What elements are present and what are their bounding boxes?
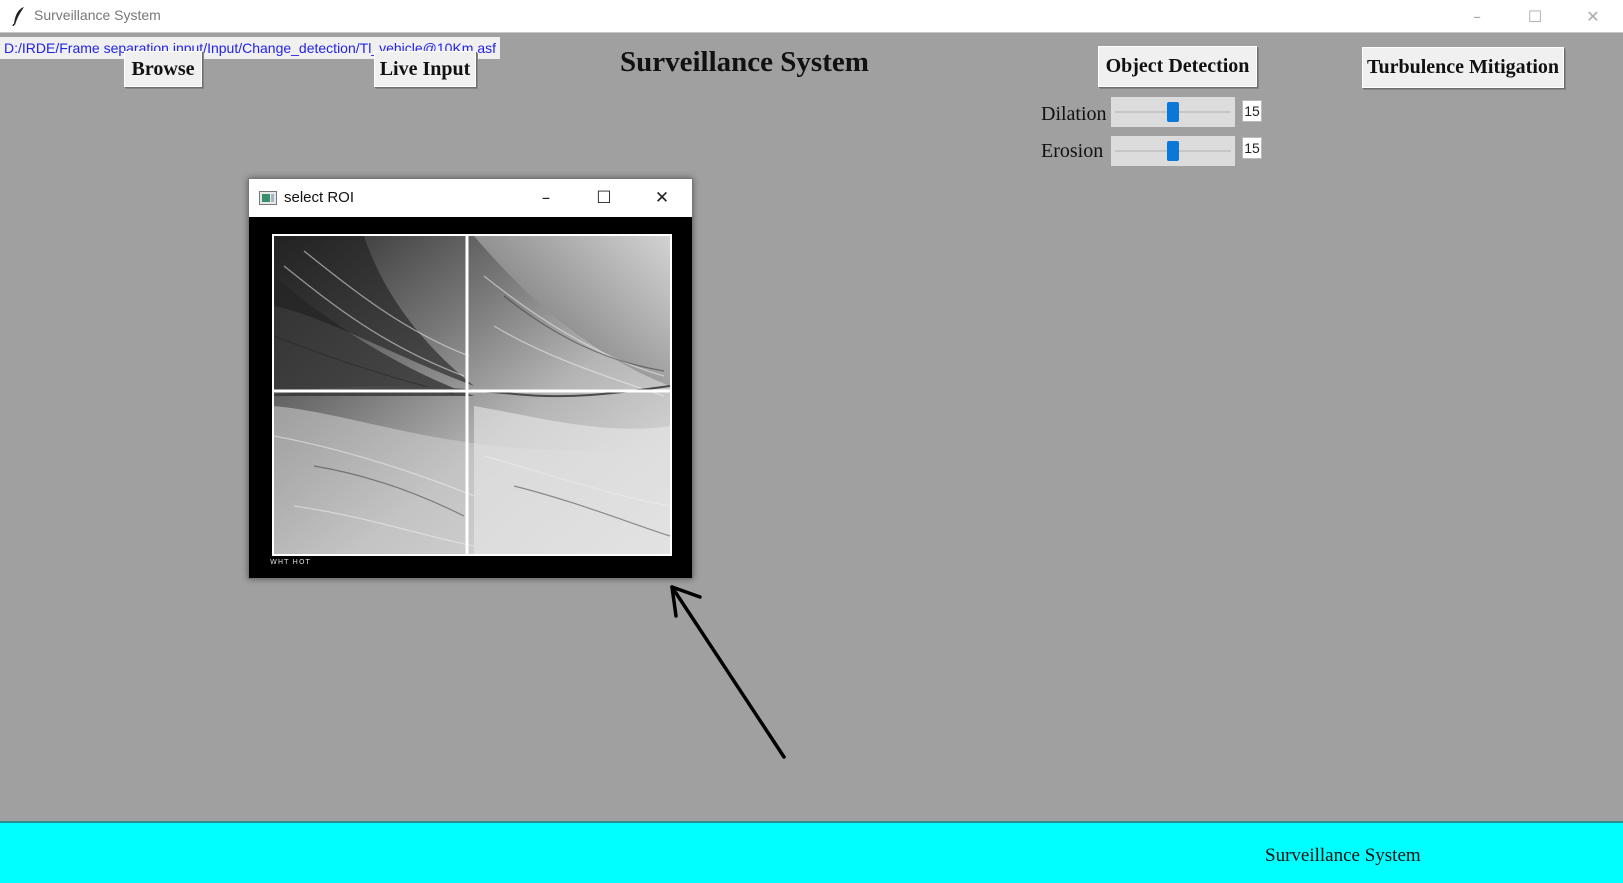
roi-maximize-button[interactable]: ☐ (575, 179, 633, 217)
slider-thumb[interactable] (1167, 141, 1179, 161)
title-bar: Surveillance System – ☐ ✕ (0, 0, 1623, 33)
minimize-button[interactable]: – (1448, 0, 1506, 33)
erosion-slider[interactable] (1111, 136, 1235, 166)
live-input-button[interactable]: Live Input (374, 51, 476, 87)
feather-icon (12, 7, 24, 26)
roi-minimize-button[interactable]: – (517, 179, 575, 217)
image-window-icon (259, 191, 277, 205)
erosion-label: Erosion (1041, 140, 1104, 162)
turbulence-mitigation-button[interactable]: Turbulence Mitigation (1362, 47, 1564, 88)
status-text: Surveillance System (1265, 845, 1421, 866)
roi-title-bar[interactable]: select ROI – ☐ ✕ (249, 179, 692, 217)
object-detection-button[interactable]: Object Detection (1098, 46, 1257, 87)
dilation-value: 15 (1242, 100, 1262, 122)
page-title: Surveillance System (620, 46, 869, 78)
select-roi-window[interactable]: select ROI – ☐ ✕ WHT HOT (248, 178, 693, 579)
roi-close-button[interactable]: ✕ (633, 179, 691, 217)
roi-window-title: select ROI (284, 189, 355, 206)
slider-thumb[interactable] (1167, 102, 1179, 122)
annotation-arrow (670, 585, 786, 759)
minimize-icon: – (541, 188, 551, 208)
maximize-button[interactable]: ☐ (1506, 0, 1564, 33)
erosion-value: 15 (1242, 137, 1262, 159)
maximize-icon: ☐ (1527, 7, 1543, 26)
maximize-icon: ☐ (596, 188, 612, 208)
thermal-mode-label: WHT HOT (270, 558, 311, 566)
close-button[interactable]: ✕ (1564, 0, 1622, 33)
browse-button[interactable]: Browse (124, 51, 202, 87)
thermal-terrain-image (274, 236, 670, 554)
close-icon: ✕ (654, 188, 670, 208)
dilation-slider[interactable] (1111, 97, 1235, 127)
close-icon: ✕ (1586, 7, 1600, 26)
status-bar: Surveillance System (0, 821, 1623, 883)
dilation-label: Dilation (1041, 103, 1107, 125)
window-title: Surveillance System (34, 7, 161, 23)
roi-video-frame[interactable] (272, 234, 672, 556)
minimize-icon: – (1473, 7, 1481, 26)
